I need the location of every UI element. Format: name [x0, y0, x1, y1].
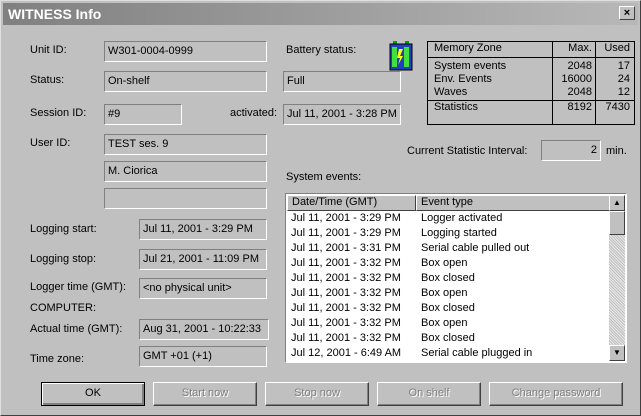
- memory-zone-used: 12: [617, 86, 630, 98]
- event-row[interactable]: Jul 11, 2001 - 3:31 PM Serial cable pulle…: [287, 241, 610, 256]
- change-password-button[interactable]: Change password: [489, 382, 623, 406]
- start-now-button[interactable]: Start now: [153, 382, 257, 406]
- session-id-field: #9: [104, 104, 182, 125]
- actual-time-label: Actual time (GMT):: [30, 323, 123, 335]
- event-type: Logger activated: [421, 212, 503, 224]
- event-row[interactable]: Jul 11, 2001 - 3:29 PM Logger activated: [287, 211, 610, 226]
- event-time: Jul 11, 2001 - 3:29 PM: [291, 212, 401, 224]
- statistic-interval-label: Current Statistic Interval:: [407, 145, 528, 157]
- statistic-interval-field: 2: [541, 140, 601, 161]
- event-time: Jul 11, 2001 - 3:31 PM: [291, 242, 401, 254]
- event-time: Jul 11, 2001 - 3:32 PM: [291, 332, 401, 344]
- event-type: Box closed: [421, 302, 475, 314]
- memory-zone-max: 2048: [567, 86, 592, 98]
- event-type: Logging started: [421, 227, 497, 239]
- memory-header-max: Max.: [568, 42, 592, 54]
- event-time: Jul 11, 2001 - 3:32 PM: [291, 257, 401, 269]
- session-id-label: Session ID:: [30, 107, 87, 119]
- title-bar[interactable]: WITNESS Info ×: [3, 3, 638, 25]
- close-button[interactable]: ×: [619, 6, 635, 20]
- memory-row: Waves 2048 12: [428, 86, 634, 99]
- activated-label: activated:: [230, 107, 278, 119]
- logging-start-label: Logging start:: [30, 223, 97, 235]
- memory-zone-used: 24: [617, 73, 630, 85]
- event-row[interactable]: Jul 11, 2001 - 3:32 PM Box closed: [287, 331, 610, 346]
- user-extra-field: [104, 188, 267, 209]
- statistic-interval-unit: min.: [606, 145, 627, 157]
- memory-header-zone: Memory Zone: [434, 42, 502, 54]
- memory-row: Statistics 8192 7430: [428, 100, 634, 114]
- events-header-datetime[interactable]: Date/Time (GMT): [287, 195, 416, 211]
- scroll-thumb[interactable]: [609, 211, 625, 235]
- event-type: Serial cable pulled out: [421, 242, 530, 254]
- memory-zone-name: Statistics: [434, 101, 479, 113]
- memory-zone-max: 2048: [567, 60, 592, 72]
- memory-row: System events 2048 17: [428, 60, 634, 73]
- event-type: Box closed: [421, 272, 475, 284]
- event-time: Jul 11, 2001 - 3:32 PM: [291, 317, 401, 329]
- memory-zone-used: 7430: [605, 101, 630, 113]
- logger-time-label: Logger time (GMT):: [30, 281, 126, 293]
- event-type: Serial cable plugged in: [421, 347, 533, 359]
- activated-field: Jul 11, 2001 - 3:28 PM: [283, 104, 401, 125]
- event-time: Jul 11, 2001 - 3:32 PM: [291, 272, 401, 284]
- memory-zone-name: Env. Events: [434, 73, 492, 85]
- battery-status-field: Full: [283, 71, 401, 92]
- memory-header-row: Memory Zone Max. Used: [428, 42, 634, 58]
- event-time: Jul 11, 2001 - 3:29 PM: [291, 227, 401, 239]
- status-field: On-shelf: [104, 71, 267, 92]
- scroll-up-icon[interactable]: ▲: [609, 195, 625, 211]
- logging-stop-label: Logging stop:: [30, 253, 97, 265]
- events-header-type[interactable]: Event type: [416, 195, 610, 211]
- event-time: Jul 11, 2001 - 3:32 PM: [291, 302, 401, 314]
- memory-zone-name: System events: [434, 60, 507, 72]
- memory-row: Env. Events 16000 24: [428, 73, 634, 86]
- battery-icon: [389, 41, 413, 71]
- on-shelf-button[interactable]: On shelf: [377, 382, 481, 406]
- logging-stop-field: Jul 21, 2001 - 11:09 PM: [139, 249, 267, 270]
- unit-id-field: W301-0004-0999: [104, 41, 267, 62]
- witness-info-dialog: WITNESS Info × Unit ID: W301-0004-0999 S…: [0, 0, 641, 416]
- ok-button[interactable]: OK: [41, 382, 145, 406]
- event-row[interactable]: Jul 11, 2001 - 3:32 PM Box open: [287, 286, 610, 301]
- actual-time-field: Aug 31, 2001 - 10:22:33: [139, 319, 269, 340]
- time-zone-field: GMT +01 (+1): [139, 346, 267, 367]
- user-id-label: User ID:: [30, 137, 71, 149]
- event-time: Jul 12, 2001 - 6:49 AM: [291, 347, 402, 359]
- memory-zone-max: 8192: [567, 101, 592, 113]
- event-row[interactable]: Jul 11, 2001 - 3:32 PM Box open: [287, 256, 610, 271]
- event-row[interactable]: Jul 11, 2001 - 3:32 PM Box closed: [287, 301, 610, 316]
- time-zone-label: Time zone:: [30, 353, 85, 365]
- event-time: Jul 11, 2001 - 3:32 PM: [291, 287, 401, 299]
- memory-zone-max: 16000: [561, 73, 592, 85]
- system-events-list[interactable]: Date/Time (GMT) Event type Jul 11, 2001 …: [285, 193, 627, 363]
- event-row[interactable]: Jul 11, 2001 - 3:32 PM Box open: [287, 316, 610, 331]
- status-label: Status:: [30, 74, 65, 86]
- event-type: Box closed: [421, 332, 475, 344]
- events-header-row: Date/Time (GMT) Event type: [287, 195, 610, 211]
- event-type: Box open: [421, 317, 468, 329]
- events-scrollbar[interactable]: ▲ ▼: [609, 195, 625, 361]
- memory-zone-table: Memory Zone Max. Used System events 2048…: [427, 41, 635, 125]
- system-events-label: System events:: [286, 171, 362, 183]
- memory-header-used: Used: [604, 42, 630, 54]
- event-row[interactable]: Jul 11, 2001 - 3:32 PM Box closed: [287, 271, 610, 286]
- event-type: Box open: [421, 257, 468, 269]
- logger-time-field: <no physical unit>: [139, 278, 267, 299]
- memory-zone-used: 17: [617, 60, 630, 72]
- event-row[interactable]: Jul 11, 2001 - 3:29 PM Logging started: [287, 226, 610, 241]
- battery-status-label: Battery status:: [286, 44, 357, 56]
- unit-id-label: Unit ID:: [30, 44, 67, 56]
- user-name-field: M. Ciorica: [104, 161, 267, 182]
- window-title: WITNESS Info: [8, 6, 102, 22]
- stop-now-button[interactable]: Stop now: [265, 382, 369, 406]
- user-id-field: TEST ses. 9: [104, 134, 267, 155]
- memory-zone-name: Waves: [434, 86, 468, 98]
- scroll-down-icon[interactable]: ▼: [609, 345, 625, 361]
- event-row[interactable]: Jul 12, 2001 - 6:49 AM Serial cable plugg…: [287, 346, 610, 361]
- computer-label: COMPUTER:: [30, 302, 96, 314]
- logging-start-field: Jul 11, 2001 - 3:29 PM: [139, 219, 267, 240]
- event-type: Box open: [421, 287, 468, 299]
